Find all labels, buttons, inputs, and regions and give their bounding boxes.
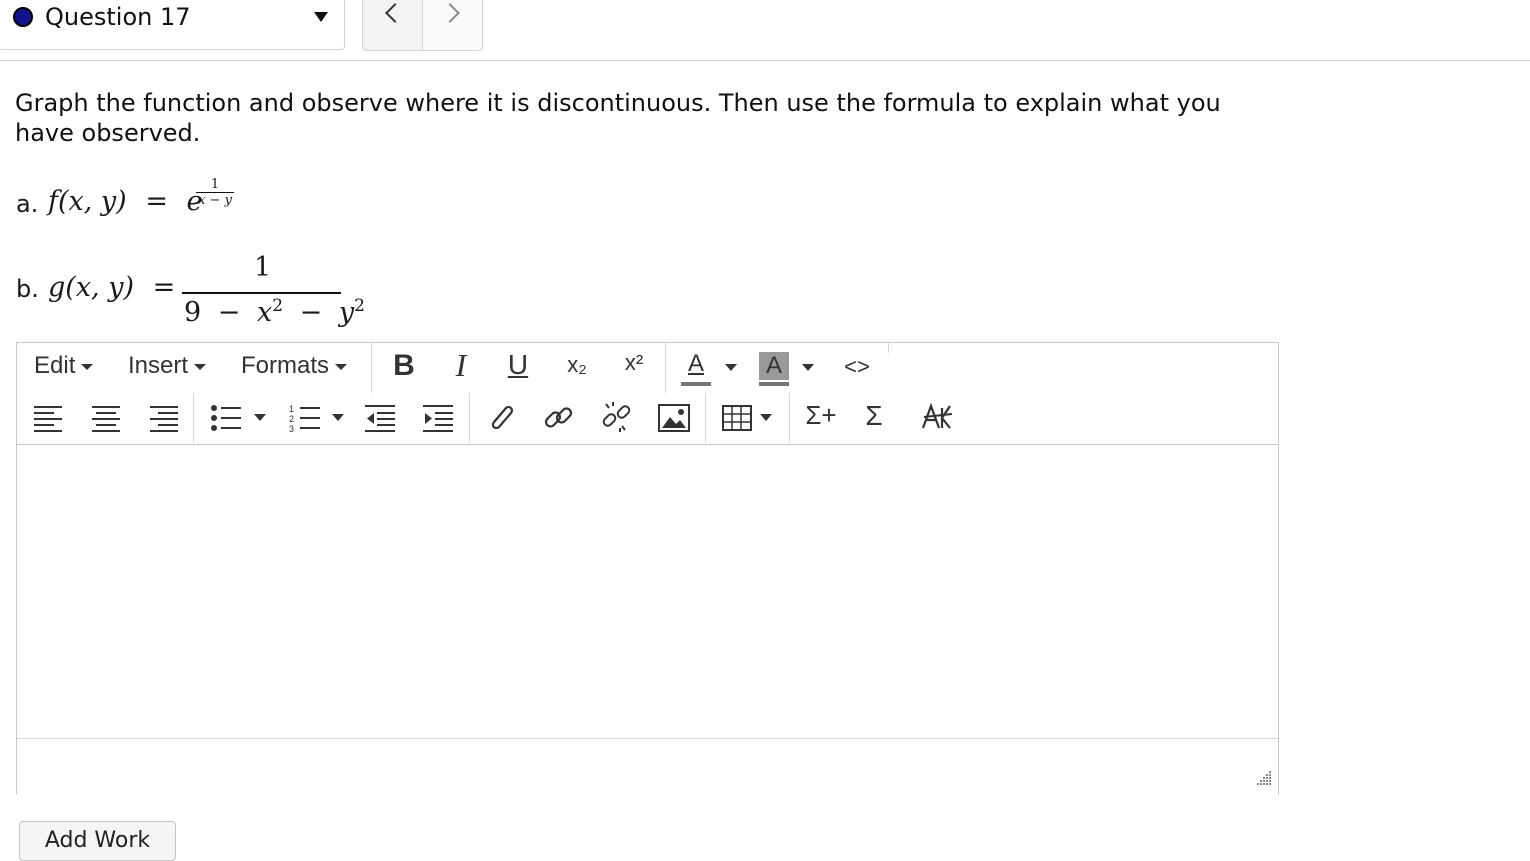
part-a-equals: = xyxy=(145,186,168,217)
superscript-button[interactable]: x² xyxy=(617,350,651,376)
part-b-den-y: y xyxy=(338,297,355,328)
part-a-lhs: f(x, y) xyxy=(48,186,127,217)
menu-formats[interactable]: Formats xyxy=(241,352,348,380)
menu-insert-label: Insert xyxy=(128,352,189,379)
part-a-label: a. xyxy=(16,190,39,218)
editor-status-bar xyxy=(17,738,1278,794)
source-code-button[interactable]: <> xyxy=(840,354,874,380)
menu-edit[interactable]: Edit xyxy=(34,352,94,380)
svg-text:2: 2 xyxy=(289,414,294,424)
chevron-down-icon[interactable] xyxy=(802,364,814,371)
background-color-icon: A xyxy=(759,352,789,380)
add-work-button[interactable]: Add Work xyxy=(19,821,176,861)
svg-text:3: 3 xyxy=(289,424,294,434)
part-a-exp-numerator: 1 xyxy=(210,177,220,192)
question-selector[interactable]: Question 17 xyxy=(0,0,345,50)
font-color-swatch xyxy=(681,382,711,386)
chevron-left-icon xyxy=(385,3,405,23)
unlink-icon[interactable] xyxy=(600,400,634,434)
resize-handle-icon[interactable] xyxy=(1254,768,1272,786)
toolbar-separator xyxy=(665,343,666,393)
chevron-down-icon[interactable] xyxy=(254,414,266,421)
equation-editor-button[interactable]: Σ xyxy=(860,400,888,432)
image-icon[interactable] xyxy=(658,404,690,432)
editor-content-area[interactable] xyxy=(17,445,1278,738)
part-b-den-x: x xyxy=(257,297,273,328)
part-b-label: b. xyxy=(16,275,39,303)
indent-icon[interactable] xyxy=(423,402,455,434)
chevron-down-icon xyxy=(335,363,348,370)
outdent-icon[interactable] xyxy=(365,402,397,434)
chevron-down-icon[interactable] xyxy=(760,414,772,421)
part-a-formula: f(x, y) = e 1 x − y xyxy=(48,178,234,217)
spellcheck-icon[interactable] xyxy=(920,400,954,434)
chevron-down-icon xyxy=(194,363,207,370)
bullet-list-icon[interactable] xyxy=(210,402,244,434)
table-icon[interactable] xyxy=(722,405,752,431)
part-b-lhs-group: g(x, y) = xyxy=(48,272,175,303)
part-b-den-minus-2: − xyxy=(299,297,323,328)
insert-equation-button[interactable]: Σ+ xyxy=(804,400,838,431)
toolbar-separator xyxy=(371,343,372,393)
background-color-swatch xyxy=(759,382,789,386)
question-status-dot xyxy=(13,7,33,27)
part-b-numerator: 1 xyxy=(254,252,272,283)
bold-button[interactable]: B xyxy=(390,349,418,383)
header-divider xyxy=(0,60,1530,61)
part-a-exp-denominator: x − y xyxy=(198,193,232,208)
link-icon[interactable] xyxy=(543,402,575,434)
font-color-icon: A xyxy=(687,350,704,377)
menu-insert[interactable]: Insert xyxy=(128,352,207,380)
question-prompt: Graph the function and observe where it … xyxy=(15,89,1221,147)
align-left-icon[interactable] xyxy=(34,404,62,432)
part-b-denominator: 9 − x2 − y2 xyxy=(184,296,365,328)
toolbar-separator xyxy=(789,393,790,443)
chevron-down-icon[interactable] xyxy=(332,414,344,421)
part-b-equals: = xyxy=(152,272,176,303)
part-b-den-nine: 9 xyxy=(184,297,202,328)
svg-text:1: 1 xyxy=(289,404,294,414)
part-b-den-minus-1: − xyxy=(217,297,241,328)
subscript-button[interactable]: x₂ xyxy=(560,352,594,378)
question-label: Question 17 xyxy=(45,3,191,31)
chevron-down-icon xyxy=(81,363,94,370)
font-color-button[interactable]: A xyxy=(681,350,711,386)
align-center-icon[interactable] xyxy=(92,404,120,432)
background-color-button[interactable]: A xyxy=(759,352,789,386)
previous-question-button[interactable] xyxy=(362,0,423,51)
toolbar-separator xyxy=(705,393,706,443)
part-b-fraction-bar xyxy=(182,292,341,294)
next-question-button[interactable] xyxy=(422,0,483,51)
italic-button[interactable]: I xyxy=(448,347,474,384)
paperclip-icon[interactable] xyxy=(486,402,516,434)
align-right-icon[interactable] xyxy=(150,404,178,432)
part-b-lhs: g(x, y) xyxy=(48,272,134,303)
menu-formats-label: Formats xyxy=(241,352,330,379)
part-a-exponent: 1 x − y xyxy=(196,178,234,207)
part-b-den-y-exp: 2 xyxy=(354,296,365,316)
underline-button[interactable]: U xyxy=(505,349,531,381)
toolbar-separator xyxy=(888,343,889,353)
chevron-down-icon[interactable] xyxy=(725,364,737,371)
chevron-right-icon xyxy=(440,3,460,23)
numbered-list-icon[interactable]: 1 2 3 xyxy=(289,402,323,434)
menu-edit-label: Edit xyxy=(34,352,76,379)
dropdown-caret-icon xyxy=(314,12,328,22)
toolbar-separator xyxy=(193,393,194,443)
part-b-den-x-exp: 2 xyxy=(272,296,284,316)
toolbar-separator xyxy=(469,393,470,443)
